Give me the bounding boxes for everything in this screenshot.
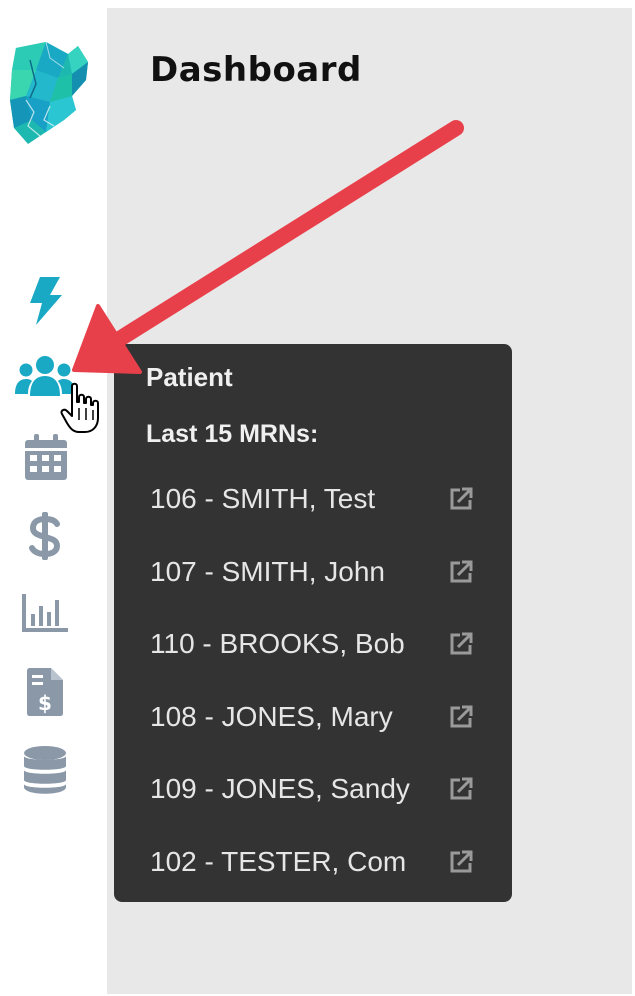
sidebar: $ bbox=[0, 0, 107, 996]
mrn-list-item[interactable]: 109 - JONES, Sandy bbox=[150, 767, 480, 811]
popover-title: Patient bbox=[146, 362, 233, 392]
external-link-icon[interactable] bbox=[448, 704, 474, 730]
popover-subtitle: Last 15 MRNs: bbox=[146, 420, 319, 448]
external-link-icon[interactable] bbox=[448, 849, 474, 875]
mrn-list-item[interactable]: 108 - JONES, Mary bbox=[150, 695, 480, 739]
mrn-label[interactable]: 102 - TESTER, Com bbox=[150, 846, 406, 878]
dog-logo-icon[interactable] bbox=[6, 40, 92, 152]
patient-popover: Patient Last 15 MRNs: 106 - SMITH, Test … bbox=[114, 344, 512, 902]
dollar-icon[interactable] bbox=[29, 512, 61, 560]
invoice-icon[interactable]: $ bbox=[27, 668, 63, 716]
svg-text:$: $ bbox=[38, 691, 52, 715]
lightning-bolt-icon[interactable] bbox=[26, 277, 64, 325]
database-icon[interactable] bbox=[24, 746, 66, 794]
calendar-icon[interactable] bbox=[25, 434, 67, 480]
page-title: Dashboard bbox=[150, 50, 362, 90]
mrn-label[interactable]: 108 - JONES, Mary bbox=[150, 701, 393, 733]
external-link-icon[interactable] bbox=[448, 631, 474, 657]
mrn-label[interactable]: 109 - JONES, Sandy bbox=[150, 773, 410, 805]
external-link-icon[interactable] bbox=[448, 486, 474, 512]
hand-pointer-cursor-icon bbox=[60, 382, 99, 433]
mrn-label[interactable]: 110 - BROOKS, Bob bbox=[150, 628, 405, 660]
bar-chart-icon[interactable] bbox=[22, 594, 68, 632]
mrn-list-item[interactable]: 107 - SMITH, John bbox=[150, 550, 480, 594]
page: Dashboard $ Patient Last 15 MRNs: 106 - … bbox=[0, 0, 635, 996]
external-link-icon[interactable] bbox=[448, 559, 474, 585]
mrn-label[interactable]: 107 - SMITH, John bbox=[150, 556, 385, 588]
mrn-list-item[interactable]: 102 - TESTER, Com bbox=[150, 840, 480, 884]
mrn-list-item[interactable]: 110 - BROOKS, Bob bbox=[150, 622, 480, 666]
mrn-label[interactable]: 106 - SMITH, Test bbox=[150, 483, 375, 515]
external-link-icon[interactable] bbox=[448, 776, 474, 802]
mrn-list-item[interactable]: 106 - SMITH, Test bbox=[150, 477, 480, 521]
